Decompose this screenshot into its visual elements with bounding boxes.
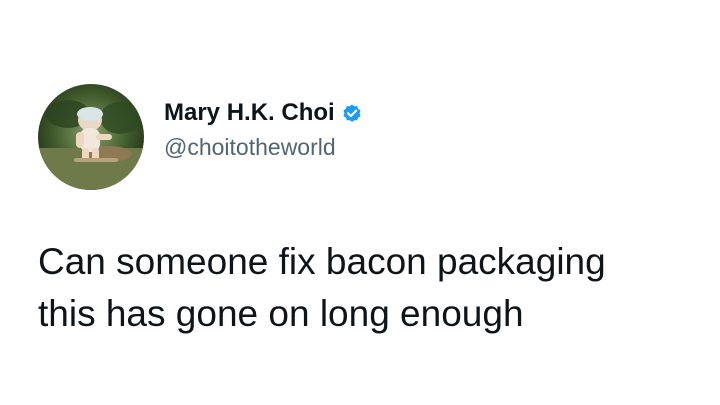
display-name[interactable]: Mary H.K. Choi bbox=[164, 98, 335, 128]
name-row: Mary H.K. Choi bbox=[164, 98, 363, 128]
tweet-header: Mary H.K. Choi @choitotheworld bbox=[38, 84, 363, 190]
tweet-card: Mary H.K. Choi @choitotheworld Can someo… bbox=[0, 0, 720, 405]
tweet-text: Can someone fix bacon packaging this has… bbox=[38, 241, 606, 334]
verified-badge-icon bbox=[341, 102, 363, 124]
profile-photo-image bbox=[38, 84, 144, 190]
author-info: Mary H.K. Choi @choitotheworld bbox=[164, 98, 363, 162]
avatar[interactable] bbox=[38, 84, 144, 190]
handle[interactable]: @choitotheworld bbox=[164, 132, 363, 162]
